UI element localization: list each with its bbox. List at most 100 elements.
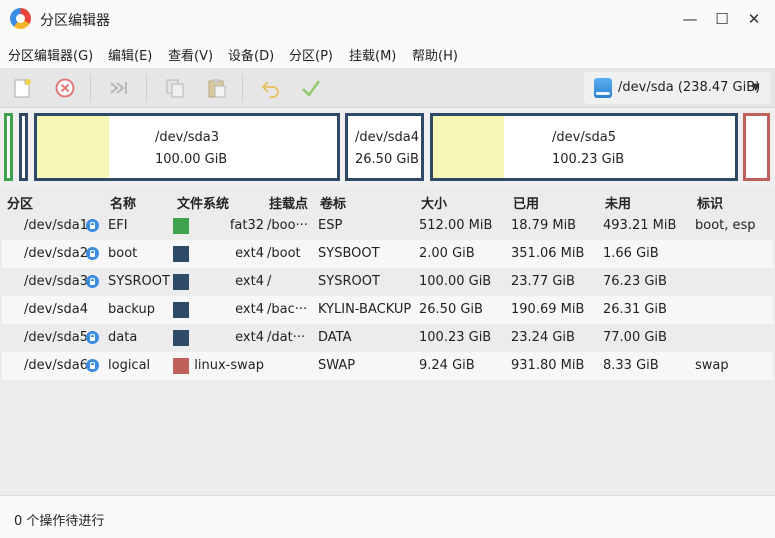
cell-partition: /dev/sda2	[24, 246, 88, 261]
partition-block-sda3[interactable]: /dev/sda3 100.00 GiB	[34, 113, 340, 181]
menu-gparted[interactable]: 分区编辑器(G)	[8, 45, 93, 64]
cell-mount: /bac···	[267, 302, 308, 317]
cell-fs: ext4	[235, 246, 264, 261]
table-row[interactable]: /dev/sda2 boot ext4/boot SYSBOOT 2.00 GiB 351…	[2, 240, 773, 268]
partition-block-size: 26.50 GiB	[355, 152, 419, 167]
filesystem-color-swatch	[173, 358, 189, 374]
filesystem-color-swatch	[173, 246, 189, 262]
cell-partition: /dev/sda1	[24, 218, 88, 233]
cell-unused: 26.31 GiB	[603, 302, 667, 317]
apply-icon[interactable]	[300, 77, 322, 99]
table-row[interactable]: /dev/sda4 backup ext4/bac··· KYLIN-BACKUP 26…	[2, 296, 773, 324]
table-row[interactable]: /dev/sda1 EFI fat32/boo··· ESP 512.00 MiB 18.…	[2, 212, 773, 240]
column-header[interactable]: 标识	[697, 193, 723, 212]
cell-mount: /boo···	[267, 218, 308, 233]
column-header[interactable]: 挂载点	[269, 193, 308, 212]
app-icon	[10, 8, 31, 29]
menu-device[interactable]: 设备(D)	[228, 45, 274, 64]
cell-label: ESP	[318, 218, 343, 233]
toolbar: /dev/sda (238.47 GiB) ▼	[0, 68, 775, 108]
column-header[interactable]: 大小	[421, 193, 447, 212]
partition-table: 分区 名称 文件系统 挂载点 卷标 大小 已用 未用 标识 /dev/sda1 E…	[0, 189, 775, 495]
partition-block-name: /dev/sda5	[552, 130, 616, 145]
copy-icon[interactable]	[164, 77, 186, 99]
cell-size: 512.00 MiB	[419, 218, 493, 233]
cell-name: SYSROOT	[108, 274, 170, 289]
menu-edit[interactable]: 编辑(E)	[108, 45, 152, 64]
partition-block-sda5[interactable]: /dev/sda5 100.23 GiB	[430, 113, 738, 181]
filesystem-color-swatch	[173, 218, 189, 234]
toolbar-separator	[90, 74, 91, 102]
delete-icon[interactable]	[54, 77, 76, 99]
lock-icon	[86, 247, 99, 260]
cell-unused: 1.66 GiB	[603, 246, 659, 261]
menu-partition[interactable]: 分区(P)	[289, 45, 333, 64]
partition-block-size: 100.00 GiB	[155, 152, 228, 167]
cell-label: KYLIN-BACKUP	[318, 302, 412, 317]
cell-name: EFI	[108, 218, 128, 233]
device-selector[interactable]: /dev/sda (238.47 GiB) ▼	[584, 72, 770, 104]
chevron-down-icon: ▼	[752, 82, 760, 93]
partition-block-name: /dev/sda3	[155, 130, 219, 145]
cell-used: 23.24 GiB	[511, 330, 575, 345]
cell-fs: fat32	[229, 218, 264, 233]
column-header[interactable]: 未用	[605, 193, 631, 212]
cell-name: logical	[108, 358, 151, 373]
column-header[interactable]: 已用	[513, 193, 539, 212]
cell-used: 18.79 MiB	[511, 218, 577, 233]
column-header[interactable]: 分区	[7, 193, 33, 212]
table-row[interactable]: /dev/sda3 SYSROOT ext4/ SYSROOT 100.00 GiB 23…	[2, 268, 773, 296]
resize-move-icon[interactable]	[108, 77, 130, 99]
cell-fs: ext4	[235, 302, 264, 317]
maximize-button[interactable]: ☐	[712, 9, 732, 29]
table-row[interactable]: /dev/sda6 logical linux-swap SWAP 9.24 GiB 93…	[2, 352, 773, 380]
lock-icon	[86, 219, 99, 232]
column-header[interactable]: 名称	[110, 193, 136, 212]
cell-unused: 76.23 GiB	[603, 274, 667, 289]
partition-block-name: /dev/sda4	[355, 130, 419, 145]
cell-label: DATA	[318, 330, 352, 345]
filesystem-color-swatch	[173, 302, 189, 318]
undo-icon[interactable]	[260, 77, 282, 99]
menu-mount[interactable]: 挂载(M)	[349, 45, 396, 64]
cell-label: SYSROOT	[318, 274, 380, 289]
new-icon[interactable]	[12, 77, 34, 99]
column-header[interactable]: 文件系统	[177, 193, 229, 212]
cell-size: 26.50 GiB	[419, 302, 483, 317]
paste-icon[interactable]	[206, 77, 228, 99]
minimize-button[interactable]: —	[680, 9, 700, 29]
menu-help[interactable]: 帮助(H)	[412, 45, 458, 64]
lock-icon	[86, 359, 99, 372]
partition-block-sda4[interactable]: /dev/sda4 26.50 GiB	[345, 113, 424, 181]
cell-partition: /dev/sda6	[24, 358, 88, 373]
partition-block-sda2[interactable]	[19, 113, 28, 181]
table-row[interactable]: /dev/sda5 data ext4/dat··· DATA 100.23 GiB 23…	[2, 324, 773, 352]
close-button[interactable]: ✕	[744, 9, 764, 29]
disk-icon	[594, 78, 612, 98]
cell-partition: /dev/sda3	[24, 274, 88, 289]
partition-block-sda6[interactable]	[743, 113, 770, 181]
cell-used: 931.80 MiB	[511, 358, 585, 373]
column-header[interactable]: 卷标	[320, 193, 346, 212]
menu-view[interactable]: 查看(V)	[168, 45, 213, 64]
lock-icon	[86, 275, 99, 288]
disk-map: /dev/sda3 100.00 GiB /dev/sda4 26.50 GiB…	[0, 109, 775, 189]
device-label: /dev/sda (238.47 GiB)	[618, 80, 761, 95]
partition-block-sda1[interactable]	[4, 113, 13, 181]
cell-size: 100.23 GiB	[419, 330, 492, 345]
usage-fill	[37, 116, 109, 178]
title-bar: 分区编辑器 — ☐ ✕	[0, 0, 775, 38]
partition-block-size: 100.23 GiB	[552, 152, 625, 167]
filesystem-color-swatch	[173, 330, 189, 346]
cell-name: data	[108, 330, 138, 345]
cell-used: 23.77 GiB	[511, 274, 575, 289]
cell-unused: 8.33 GiB	[603, 358, 659, 373]
cell-used: 351.06 MiB	[511, 246, 585, 261]
usage-fill	[433, 116, 504, 178]
toolbar-separator	[146, 74, 147, 102]
cell-size: 100.00 GiB	[419, 274, 492, 289]
lock-icon	[86, 331, 99, 344]
cell-fs: linux-swap	[194, 358, 264, 373]
cell-label: SWAP	[318, 358, 356, 373]
status-bar: 0 个操作待进行	[0, 495, 775, 538]
